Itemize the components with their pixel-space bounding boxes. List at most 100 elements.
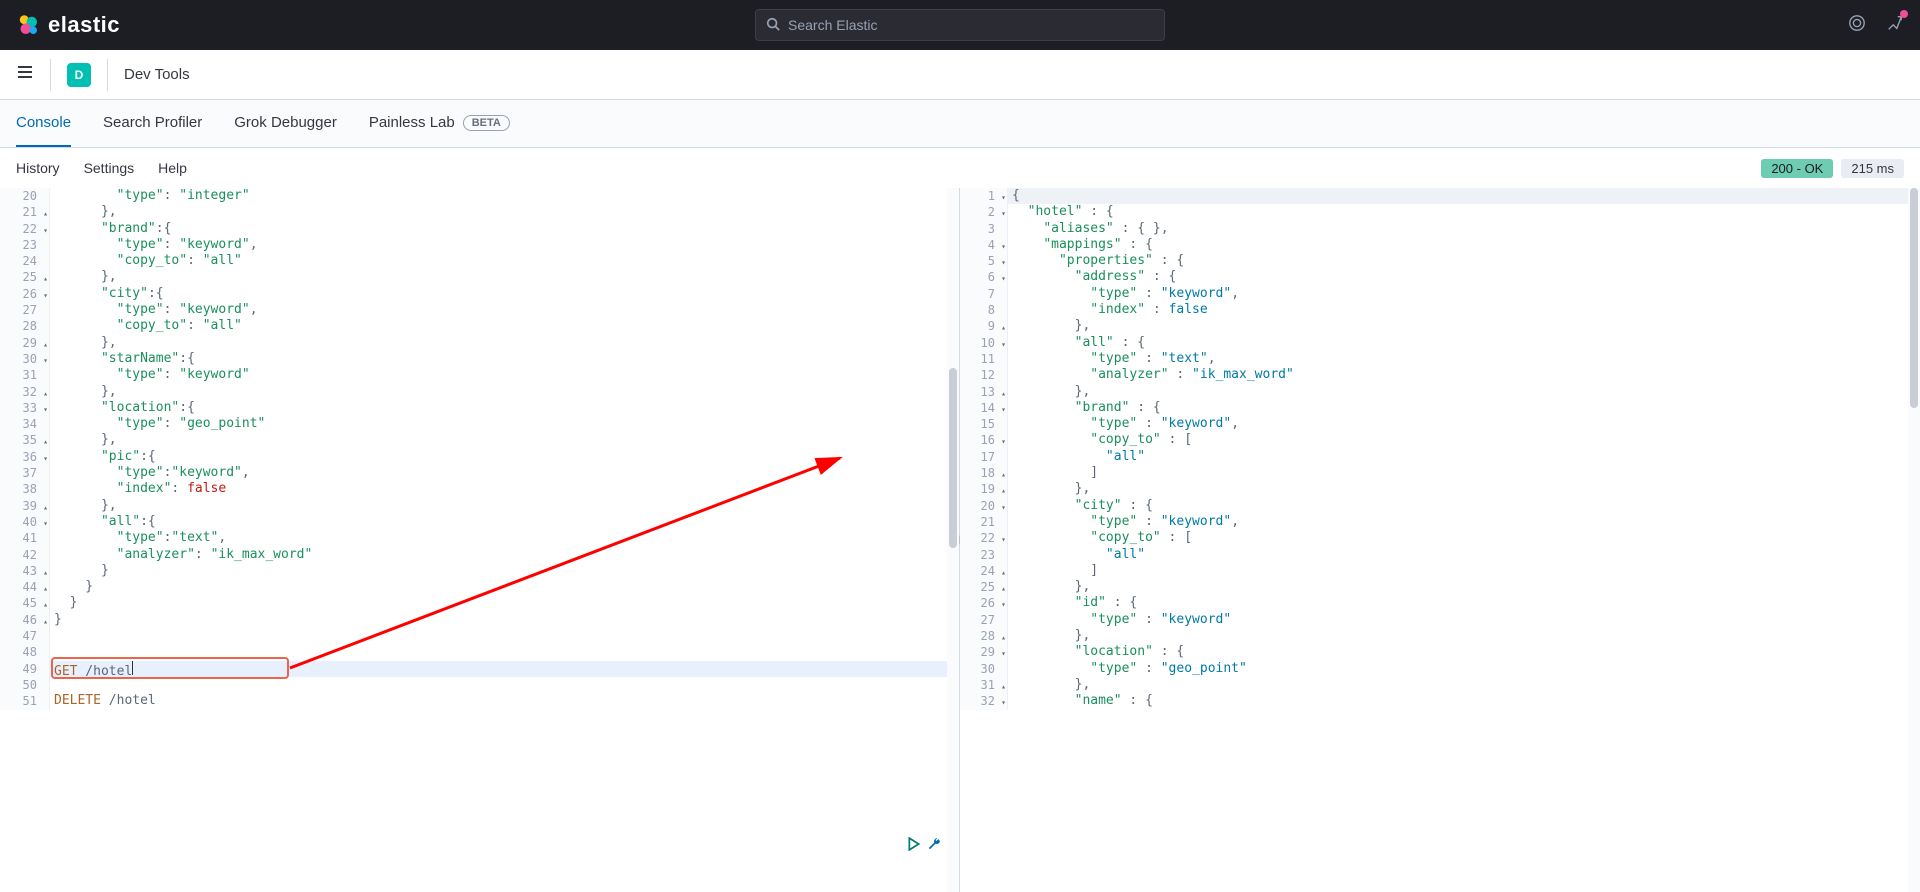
code-line[interactable]: [50, 644, 959, 660]
nav-toggle-icon[interactable]: [16, 63, 34, 86]
code-line: "type" : "geo_point": [1008, 661, 1920, 677]
code-line: "address" : {: [1008, 269, 1920, 285]
code-line[interactable]: "pic":{: [50, 449, 959, 465]
tab-painless-lab[interactable]: Painless Lab BETA: [369, 100, 510, 147]
line-number: 18▴: [960, 465, 1007, 481]
line-number: 28▴: [960, 628, 1007, 644]
line-number: 34: [0, 416, 49, 432]
line-number: 46▴: [0, 612, 49, 628]
line-number: 24▴: [960, 563, 1007, 579]
code-line[interactable]: "type": "keyword": [50, 367, 959, 383]
scrollbar[interactable]: [947, 188, 959, 892]
code-line: },: [1008, 318, 1920, 334]
code-line[interactable]: }: [50, 595, 959, 611]
line-number: 15: [960, 416, 1007, 432]
line-number: 19▴: [960, 481, 1007, 497]
code-line[interactable]: },: [50, 384, 959, 400]
code-line: "properties" : {: [1008, 253, 1920, 269]
wrench-icon[interactable]: [927, 837, 941, 854]
tab-label: Painless Lab: [369, 114, 455, 131]
code-line[interactable]: "copy_to": "all": [50, 318, 959, 334]
tab-console[interactable]: Console: [16, 100, 71, 147]
line-number: 6▾: [960, 269, 1007, 285]
line-number: 4▾: [960, 237, 1007, 253]
tab-grok-debugger[interactable]: Grok Debugger: [234, 100, 337, 147]
code-line[interactable]: }: [50, 612, 959, 628]
help-icon[interactable]: [1848, 14, 1866, 37]
scroll-thumb[interactable]: [1910, 188, 1918, 408]
line-number: 50: [0, 677, 49, 693]
code-line[interactable]: "city":{: [50, 286, 959, 302]
request-editor[interactable]: 2021▴22▾232425▴26▾272829▴30▾3132▴33▾3435…: [0, 188, 960, 892]
code-line[interactable]: "location":{: [50, 400, 959, 416]
line-number: 14▾: [960, 400, 1007, 416]
code-line: "copy_to" : [: [1008, 530, 1920, 546]
response-editor[interactable]: 1▾2▾34▾5▾6▾789▴10▾111213▴14▾1516▾1718▴19…: [960, 188, 1920, 892]
line-number: 41: [0, 530, 49, 546]
code-line[interactable]: },: [50, 498, 959, 514]
code-line[interactable]: "type": "keyword",: [50, 237, 959, 253]
code-line[interactable]: }: [50, 563, 959, 579]
code-line[interactable]: DELETE /hotel: [50, 693, 959, 709]
code-line[interactable]: },: [50, 204, 959, 220]
code-line: },: [1008, 579, 1920, 595]
history-link[interactable]: History: [16, 160, 60, 176]
code-line: "type" : "keyword",: [1008, 286, 1920, 302]
code-line: "id" : {: [1008, 595, 1920, 611]
logo[interactable]: elastic: [16, 12, 120, 38]
code-line[interactable]: GET /hotel: [50, 661, 959, 677]
code-line[interactable]: },: [50, 335, 959, 351]
tab-label: Console: [16, 114, 71, 131]
line-number: 26▾: [0, 286, 49, 302]
line-number: 2▾: [960, 204, 1007, 220]
code-line[interactable]: "all":{: [50, 514, 959, 530]
code-line[interactable]: "brand":{: [50, 221, 959, 237]
line-number: 38: [0, 481, 49, 497]
line-number: 30▾: [0, 351, 49, 367]
code-line[interactable]: "type":"text",: [50, 530, 959, 546]
fold-open-icon[interactable]: ▾: [1001, 695, 1006, 711]
search-box[interactable]: [755, 9, 1165, 41]
code-line[interactable]: "type":"keyword",: [50, 465, 959, 481]
code-area[interactable]: "type": "integer" }, "brand":{ "type": "…: [50, 188, 959, 710]
settings-link[interactable]: Settings: [84, 160, 135, 176]
code-line[interactable]: "analyzer": "ik_max_word": [50, 547, 959, 563]
tab-search-profiler[interactable]: Search Profiler: [103, 100, 202, 147]
line-number: 32▴: [0, 384, 49, 400]
code-line[interactable]: "type": "keyword",: [50, 302, 959, 318]
code-line[interactable]: },: [50, 269, 959, 285]
space-badge[interactable]: D: [67, 63, 91, 87]
beta-badge: BETA: [463, 115, 510, 131]
code-line: "all" : {: [1008, 335, 1920, 351]
tab-label: Grok Debugger: [234, 114, 337, 131]
code-line[interactable]: },: [50, 432, 959, 448]
code-line: ]: [1008, 563, 1920, 579]
code-line[interactable]: "starName":{: [50, 351, 959, 367]
code-line: "name" : {: [1008, 693, 1920, 709]
line-number: 23: [960, 547, 1007, 563]
code-area: { "hotel" : { "aliases" : { }, "mappings…: [1008, 188, 1920, 710]
code-line[interactable]: "copy_to": "all": [50, 253, 959, 269]
line-number: 22▾: [960, 530, 1007, 546]
help-link[interactable]: Help: [158, 160, 187, 176]
scroll-thumb[interactable]: [949, 368, 957, 548]
code-line[interactable]: "index": false: [50, 481, 959, 497]
play-icon[interactable]: [907, 837, 921, 854]
toolbar-right: 200 - OK 215 ms: [1761, 159, 1904, 178]
code-line[interactable]: "type": "integer": [50, 188, 959, 204]
search-input[interactable]: [788, 17, 1154, 33]
line-number: 9▴: [960, 318, 1007, 334]
line-number: 11: [960, 351, 1007, 367]
code-line[interactable]: [50, 628, 959, 644]
scrollbar[interactable]: [1908, 188, 1920, 892]
console-toolbar: History Settings Help 200 - OK 215 ms: [0, 148, 1920, 188]
code-line[interactable]: [50, 677, 959, 693]
code-line[interactable]: "type": "geo_point": [50, 416, 959, 432]
breadcrumb-title[interactable]: Dev Tools: [124, 66, 190, 83]
line-number: 39▴: [0, 498, 49, 514]
news-icon[interactable]: [1886, 14, 1904, 37]
line-number: 35▴: [0, 432, 49, 448]
line-number: 36▾: [0, 449, 49, 465]
code-line: "analyzer" : "ik_max_word": [1008, 367, 1920, 383]
code-line[interactable]: }: [50, 579, 959, 595]
